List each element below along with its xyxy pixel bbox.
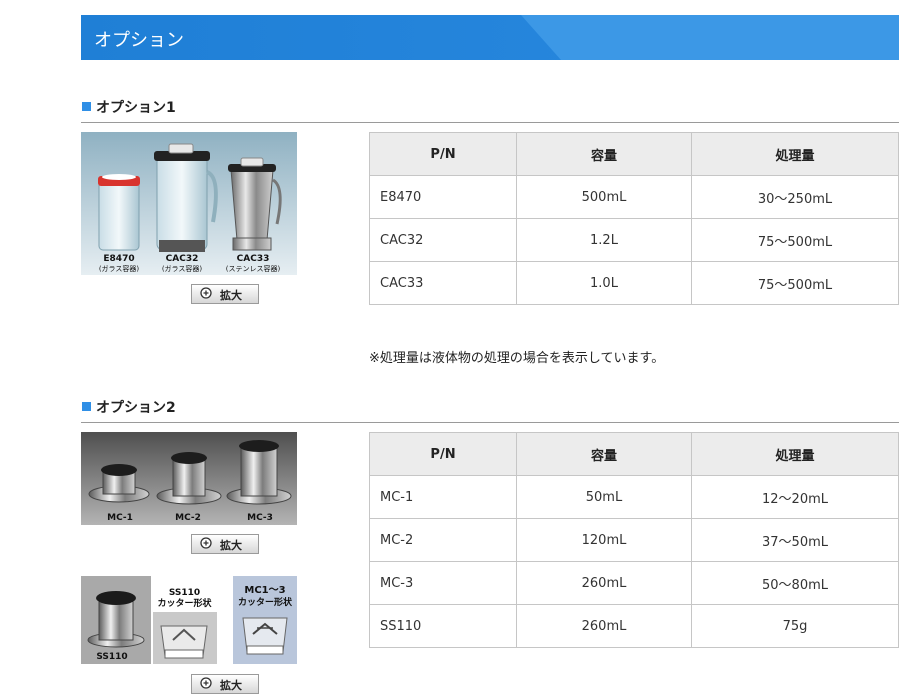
table-row: CAC33 1.0L 75～500mL [369,261,899,305]
header-capacity: 容量 [516,132,692,176]
cell-capacity: 260mL [516,561,692,605]
cell-capacity: 1.2L [516,218,692,262]
photo-label-cac33: CAC33 [236,254,270,264]
photo-label-mc3: MC-3 [247,513,273,523]
page-title: オプション [94,30,184,51]
ss110-photo: SS110 [81,576,151,664]
cell-throughput: 30～250mL [691,175,899,219]
cell-pn: SS110 [369,604,517,648]
table-header-row: P/N 容量 処理量 [369,432,899,476]
header-throughput: 処理量 [691,432,899,476]
ss110-cutter-diagram: SS110 カッター形状 [151,576,218,664]
cell-pn: CAC32 [369,218,517,262]
cell-capacity: 260mL [516,604,692,648]
cell-capacity: 120mL [516,518,692,562]
photo-label-ss110: SS110 [96,652,128,662]
option1-spec-table: P/N 容量 処理量 E8470 500mL 30～250mL CAC32 1.… [369,132,899,305]
cell-throughput: 75～500mL [691,261,899,305]
section-marker-icon [82,102,91,111]
section-title: オプション1 [96,100,176,116]
cell-pn: E8470 [369,175,517,219]
photo-label-cac32: CAC32 [165,254,199,264]
cell-throughput: 12～20mL [691,475,899,519]
zoom-button-label: 拡大 [220,289,242,302]
option2-spec-table: P/N 容量 処理量 MC-1 50mL 12～20mL MC-2 120mL … [369,432,899,648]
header-pn: P/N [369,132,517,176]
page-banner: オプション [81,15,899,60]
zoom-in-icon [200,287,212,299]
cell-throughput: 75g [691,604,899,648]
cell-pn: MC-1 [369,475,517,519]
cell-pn: MC-2 [369,518,517,562]
zoom-button-label: 拡大 [220,679,242,692]
photo-label-mc2: MC-2 [175,513,201,523]
table-row: MC-1 50mL 12～20mL [369,475,899,519]
zoom-in-icon [200,677,212,689]
photo-label-mc1: MC-1 [107,513,133,523]
section-heading-option1: オプション1 [81,96,899,123]
table-row: E8470 500mL 30～250mL [369,175,899,219]
cell-throughput: 50～80mL [691,561,899,605]
mc-cutter-diagram: MC1～3 カッター形状 [233,576,297,664]
mc-cutter-code: MC1～3 [244,585,286,596]
photo-sublabel-cac32: (ガラス容器) [161,265,203,273]
ss110-cutter-label: カッター形状 [157,599,212,609]
cell-pn: MC-3 [369,561,517,605]
zoom-button-option1[interactable]: 拡大 [191,284,259,304]
photo-sublabel-cac33: (ステンレス容器) [225,265,281,273]
section-heading-option2: オプション2 [81,396,899,423]
table-header-row: P/N 容量 処理量 [369,132,899,176]
header-throughput: 処理量 [691,132,899,176]
table-row: CAC32 1.2L 75～500mL [369,218,899,262]
cell-capacity: 500mL [516,175,692,219]
section-title: オプション2 [96,400,176,416]
ss110-cutter-code: SS110 [168,588,201,598]
zoom-button-label: 拡大 [220,539,242,552]
cell-pn: CAC33 [369,261,517,305]
mc-cutter-label: カッター形状 [237,598,292,608]
photo-sublabel-e8470: (ガラス容器) [98,265,140,273]
cell-capacity: 50mL [516,475,692,519]
table-row: MC-3 260mL 50～80mL [369,561,899,605]
cell-throughput: 75～500mL [691,218,899,262]
header-capacity: 容量 [516,432,692,476]
table-row: SS110 260mL 75g [369,604,899,648]
banner-accent [521,15,899,60]
zoom-in-icon [200,537,212,549]
cell-throughput: 37～50mL [691,518,899,562]
header-pn: P/N [369,432,517,476]
section-marker-icon [82,402,91,411]
zoom-button-option2-cutter[interactable]: 拡大 [191,674,259,694]
option2-product-photo: MC-1 MC-2 MC-3 [81,432,297,525]
photo-label-e8470: E8470 [103,254,135,264]
option1-product-photo: E8470 (ガラス容器) CAC32 (ガラス容器) CAC33 (ステンレス… [81,132,297,275]
throughput-note: ※処理量は液体物の処理の場合を表示しています。 [369,351,665,366]
zoom-button-option2[interactable]: 拡大 [191,534,259,554]
cell-capacity: 1.0L [516,261,692,305]
table-row: MC-2 120mL 37～50mL [369,518,899,562]
